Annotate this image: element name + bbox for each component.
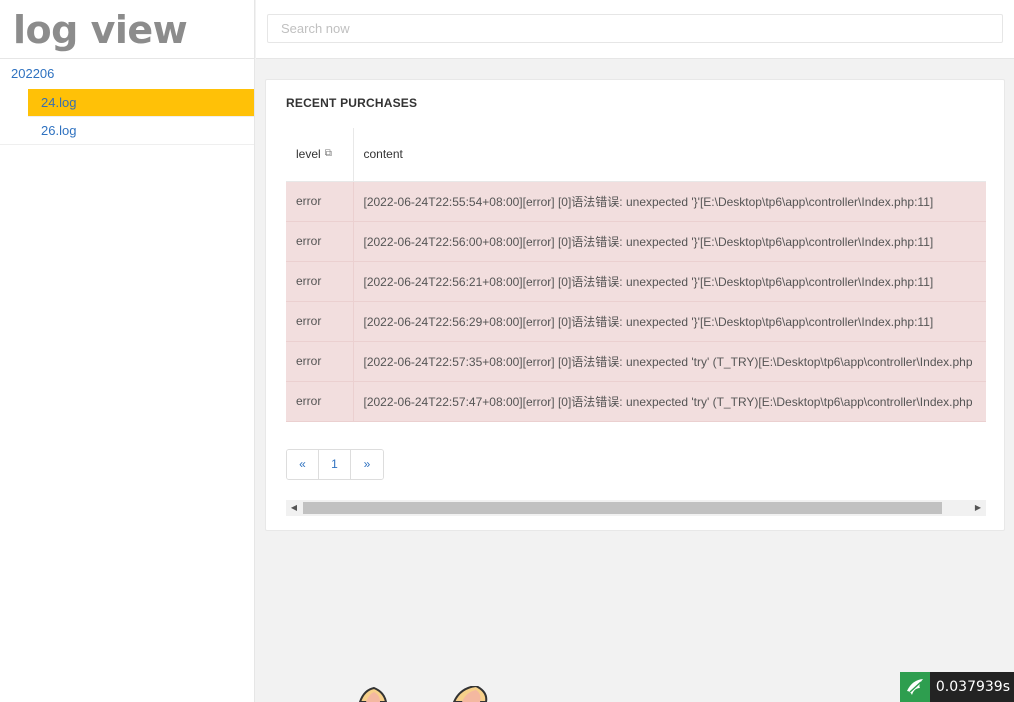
row-content: [2022-06-24T22:55:54+08:00][error] [0]语法… — [353, 181, 986, 222]
table-row: error [2022-06-24T22:57:35+08:00][error]… — [286, 341, 986, 382]
row-level: error — [286, 341, 354, 382]
log-card: RECENT PURCHASES level ⧉ content error [2… — [265, 79, 1005, 531]
row-level: error — [286, 221, 354, 262]
row-level: error — [286, 261, 354, 302]
pagination-prev-button[interactable]: « — [287, 450, 319, 479]
top-bar — [256, 0, 1014, 59]
horizontal-scrollbar[interactable]: ◀ ▶ — [286, 500, 986, 516]
table-row: error [2022-06-24T22:57:47+08:00][error]… — [286, 381, 986, 422]
sort-icon[interactable]: ⧉ — [325, 148, 332, 159]
pagination: « 1 » — [286, 449, 384, 480]
sidebar: log view 202206 24.log 26.log — [0, 0, 255, 702]
card-title: RECENT PURCHASES — [286, 96, 418, 110]
table-row: error [2022-06-24T22:56:21+08:00][error]… — [286, 261, 986, 302]
scrollbar-thumb[interactable] — [303, 502, 942, 514]
log-table: level ⧉ content error [2022-06-24T22:55:5… — [286, 128, 986, 422]
table-row: error [2022-06-24T22:56:29+08:00][error]… — [286, 301, 986, 342]
log-table-wrapper: level ⧉ content error [2022-06-24T22:55:5… — [286, 128, 986, 422]
row-content: [2022-06-24T22:56:29+08:00][error] [0]语法… — [353, 301, 986, 342]
table-header-row: level ⧉ content — [286, 128, 986, 182]
pagination-page-1[interactable]: 1 — [319, 450, 351, 479]
row-content: [2022-06-24T22:56:21+08:00][error] [0]语法… — [353, 261, 986, 302]
row-content: [2022-06-24T22:57:47+08:00][error] [0]语法… — [353, 381, 986, 422]
column-header-content: content — [353, 128, 986, 182]
app-title: log view — [13, 8, 188, 52]
search-input[interactable] — [267, 14, 1003, 43]
row-level: error — [286, 381, 354, 422]
sidebar-file-26-log[interactable]: 26.log — [0, 117, 254, 145]
column-header-level[interactable]: level ⧉ — [286, 128, 354, 182]
column-header-level-label: level — [296, 147, 321, 162]
mascot-ears-icon — [358, 686, 488, 702]
pagination-next-button[interactable]: » — [351, 450, 383, 479]
table-row: error [2022-06-24T22:56:00+08:00][error]… — [286, 221, 986, 262]
arrow-right-icon[interactable]: ▶ — [970, 500, 986, 516]
row-content: [2022-06-24T22:56:00+08:00][error] [0]语法… — [353, 221, 986, 262]
sidebar-file-24-log[interactable]: 24.log — [28, 89, 254, 117]
row-level: error — [286, 181, 354, 222]
sidebar-folder-202206[interactable]: 202206 — [0, 59, 254, 89]
row-content: [2022-06-24T22:57:35+08:00][error] [0]语法… — [353, 341, 986, 382]
brand: log view — [0, 0, 254, 59]
arrow-left-icon[interactable]: ◀ — [286, 500, 302, 516]
timer-value: 0.037939s — [929, 672, 1014, 702]
thinkphp-logo-icon — [899, 672, 930, 702]
table-row: error [2022-06-24T22:55:54+08:00][error]… — [286, 181, 986, 222]
timer-badge[interactable]: 0.037939s — [899, 672, 1014, 702]
row-level: error — [286, 301, 354, 342]
